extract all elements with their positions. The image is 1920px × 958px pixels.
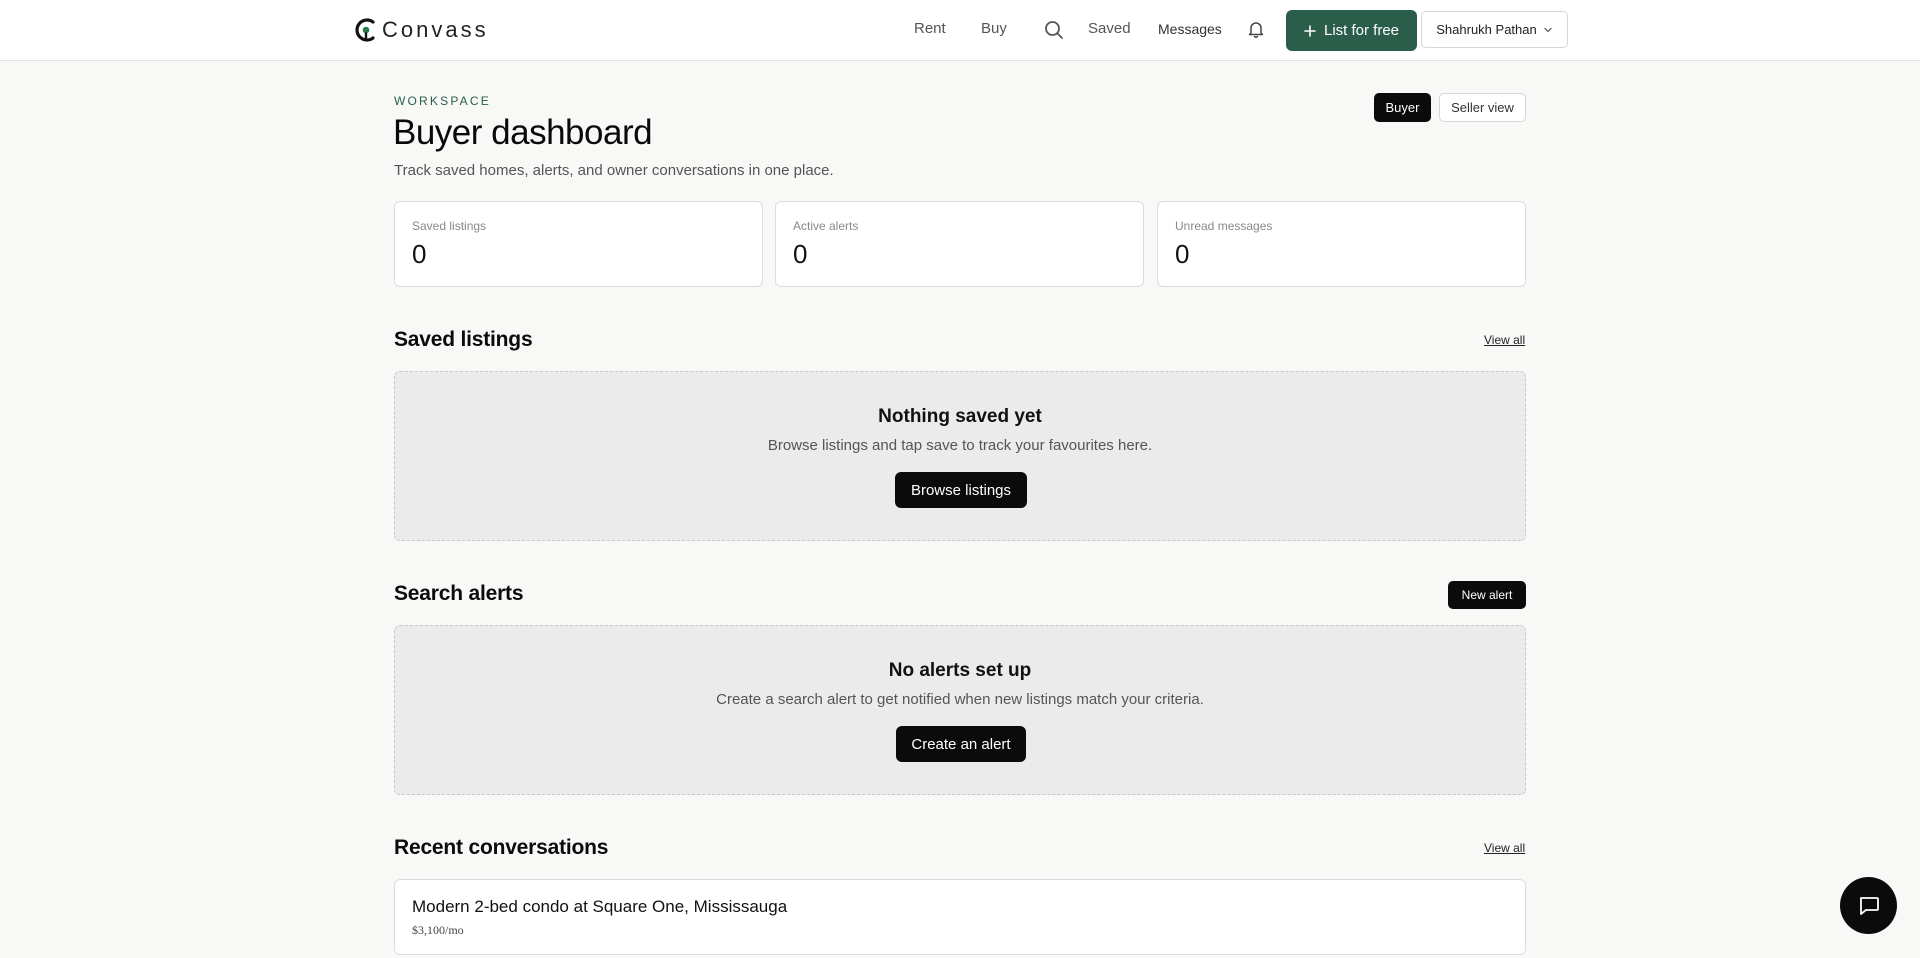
user-name: Shahrukh Pathan (1436, 22, 1537, 37)
conversations-view-all-link[interactable]: View all (1484, 841, 1525, 855)
page-title: Buyer dashboard (393, 113, 653, 152)
stat-label: Saved listings (412, 219, 487, 233)
plus-icon (1304, 24, 1316, 37)
stat-label: Unread messages (1175, 219, 1273, 233)
logo-text: Convass (382, 17, 489, 42)
chevron-down-icon (1544, 27, 1552, 32)
seller-view-toggle[interactable]: Seller view (1439, 93, 1526, 122)
logo-icon (355, 18, 375, 42)
browse-listings-button[interactable]: Browse listings (895, 472, 1027, 508)
saved-listings-view-all-link[interactable]: View all (1484, 333, 1525, 347)
create-alert-button[interactable]: Create an alert (896, 726, 1026, 762)
empty-state-title: Nothing saved yet (878, 406, 1042, 427)
user-menu-button[interactable]: Shahrukh Pathan (1421, 11, 1568, 48)
stat-card-saved-listings: Saved listings 0 (394, 201, 763, 287)
saved-listings-heading: Saved listings (394, 328, 533, 351)
nav-saved[interactable]: Saved (1088, 20, 1131, 37)
nav-rent[interactable]: Rent (914, 20, 946, 37)
top-navigation-bar: Convass Rent Buy Saved Messages List for… (0, 0, 1920, 61)
list-for-free-button[interactable]: List for free (1286, 10, 1417, 51)
empty-state-title: No alerts set up (888, 660, 1032, 681)
stat-value: 0 (793, 239, 808, 269)
bell-icon[interactable] (1245, 18, 1267, 40)
stat-value: 0 (1175, 239, 1190, 269)
nav-buy[interactable]: Buy (981, 20, 1007, 37)
saved-listings-empty-state: Nothing saved yet Browse listings and ta… (394, 371, 1526, 541)
empty-state-text: Browse listings and tap save to track yo… (767, 437, 1153, 454)
stat-label: Active alerts (793, 219, 859, 233)
conversation-listing-price: $3,100/mo (412, 923, 464, 937)
buyer-view-toggle[interactable]: Buyer (1374, 93, 1431, 122)
logo[interactable]: Convass (354, 16, 489, 44)
search-alerts-empty-state: No alerts set up Create a search alert t… (394, 625, 1526, 795)
chat-button[interactable] (1840, 877, 1897, 934)
new-alert-button[interactable]: New alert (1448, 581, 1526, 609)
search-icon[interactable] (1043, 19, 1065, 41)
stat-value: 0 (412, 239, 427, 269)
list-for-free-label: List for free (1323, 22, 1400, 39)
recent-conversations-heading: Recent conversations (394, 836, 609, 859)
conversation-item[interactable]: Modern 2-bed condo at Square One, Missis… (394, 879, 1526, 955)
page-subtitle: Track saved homes, alerts, and owner con… (394, 162, 834, 179)
stat-card-unread-messages: Unread messages 0 (1157, 201, 1526, 287)
page-eyebrow: WORKSPACE (394, 94, 491, 108)
chat-bubble-icon (1859, 896, 1879, 915)
search-alerts-heading: Search alerts (394, 582, 524, 605)
conversation-listing-title: Modern 2-bed condo at Square One, Missis… (412, 897, 788, 916)
stat-card-active-alerts: Active alerts 0 (775, 201, 1144, 287)
nav-messages[interactable]: Messages (1158, 21, 1222, 37)
empty-state-text: Create a search alert to get notified wh… (716, 691, 1204, 708)
